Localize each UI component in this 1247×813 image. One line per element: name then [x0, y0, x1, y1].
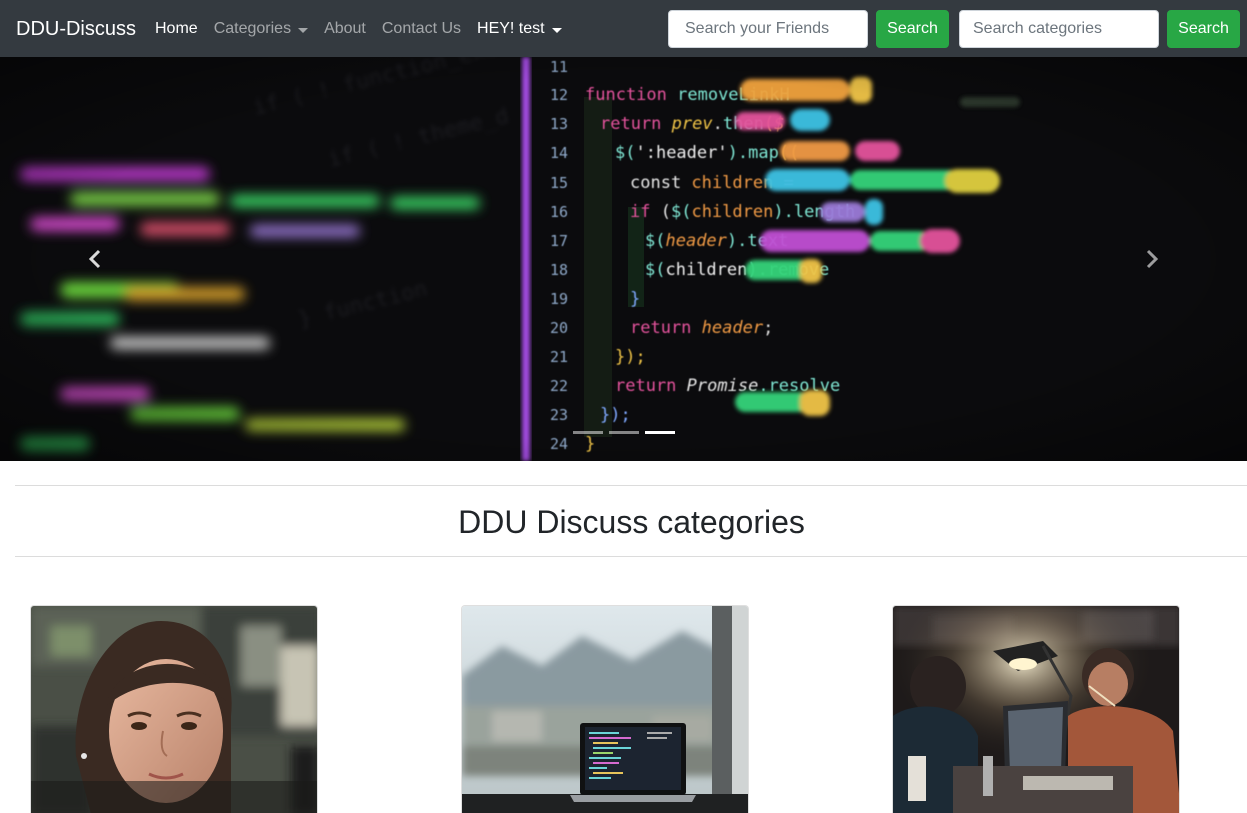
category-card-3[interactable]	[892, 605, 1180, 813]
carousel-prev-button[interactable]	[0, 57, 190, 461]
friend-search-input[interactable]	[668, 10, 868, 48]
carousel-indicator-1[interactable]	[572, 431, 603, 434]
carousel-indicator-3[interactable]	[644, 431, 675, 434]
nav-categories-dropdown[interactable]: Categories	[206, 14, 316, 44]
nav-categories-label: Categories	[213, 20, 292, 37]
hero-carousel: if ( ! function_exists if ( ! theme_d } …	[0, 57, 1247, 461]
nav-contact-link[interactable]: Contact Us	[374, 14, 469, 44]
carousel-next-button[interactable]	[1057, 57, 1247, 461]
nav-user-dropdown[interactable]: HEY! test	[469, 14, 570, 44]
friend-search-button[interactable]: Search	[876, 10, 949, 48]
nav-about-label: About	[324, 20, 366, 37]
nav-user-label: HEY! test	[477, 20, 545, 37]
category-card-1[interactable]	[30, 605, 318, 813]
category-card-2[interactable]	[461, 605, 749, 813]
chevron-right-icon	[1146, 249, 1159, 269]
chevron-left-icon	[88, 249, 101, 269]
caret-down-icon	[551, 27, 562, 33]
category-search-button[interactable]: Search	[1167, 10, 1240, 48]
category-card-2-image	[462, 606, 748, 813]
section-divider-bottom	[15, 556, 1247, 557]
brand-logo-link[interactable]: DDU-Discuss	[16, 14, 136, 44]
categories-title: DDU Discuss categories	[458, 504, 805, 540]
category-search-input[interactable]	[959, 10, 1159, 48]
category-card-1-image	[31, 606, 317, 813]
carousel-indicators	[0, 431, 1247, 437]
category-card-3-image	[893, 606, 1179, 813]
section-divider-top	[15, 485, 1247, 486]
caret-down-icon	[298, 27, 309, 33]
nav-about-link[interactable]: About	[316, 14, 374, 44]
nav-home-label: Home	[155, 20, 198, 37]
nav-home-link[interactable]: Home	[147, 14, 206, 44]
carousel-indicator-2[interactable]	[608, 431, 639, 434]
nav-contact-label: Contact Us	[381, 20, 462, 37]
nav-links: Home Categories About Contact Us HEY! te…	[147, 14, 570, 44]
navbar: DDU-Discuss Home Categories About Contac…	[0, 0, 1247, 57]
